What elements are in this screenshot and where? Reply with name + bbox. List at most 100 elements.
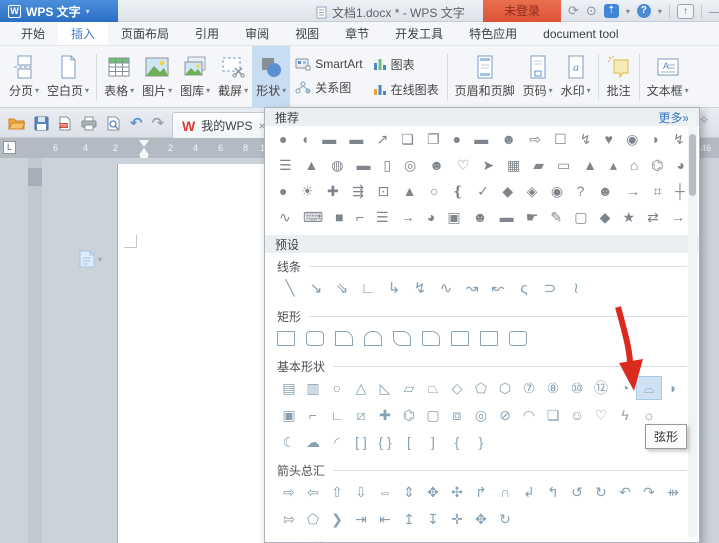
shape-item[interactable]: ☾ bbox=[277, 431, 301, 453]
cloud-upload-icon[interactable]: ⇡ bbox=[603, 4, 619, 18]
shape-item[interactable]: ▥ bbox=[301, 377, 325, 399]
shape-item[interactable]: ★ bbox=[622, 209, 635, 226]
shape-item[interactable]: ⇦ bbox=[301, 481, 325, 503]
shape-item[interactable]: ↘ bbox=[303, 279, 329, 297]
shape-item[interactable]: ↺ bbox=[565, 481, 589, 503]
shape-item[interactable]: ✚ bbox=[327, 183, 339, 200]
shape-item[interactable]: ⇧ bbox=[325, 481, 349, 503]
shape-item[interactable]: ● bbox=[279, 131, 287, 147]
shape-item[interactable]: ⑦ bbox=[517, 377, 541, 399]
settings-icon[interactable]: ⊙ bbox=[586, 3, 597, 19]
shape-item[interactable]: ▣ bbox=[447, 209, 460, 226]
shape-item[interactable]: ⇶ bbox=[352, 183, 364, 200]
shape-item[interactable]: ■ bbox=[335, 209, 343, 225]
shape-item[interactable]: → bbox=[626, 183, 640, 199]
blank-page-button[interactable]: 空白页 ▾ bbox=[43, 46, 93, 108]
shape-item[interactable]: → bbox=[401, 209, 415, 225]
shape-item[interactable]: ⌂ bbox=[630, 157, 638, 173]
shape-item[interactable]: ◈ bbox=[527, 183, 538, 200]
shape-item[interactable] bbox=[480, 330, 498, 346]
screenshot-button[interactable]: 截屏 ▾ bbox=[214, 46, 252, 108]
minimize-icon[interactable]: — bbox=[709, 4, 719, 19]
chart-button[interactable]: 图表 bbox=[373, 56, 439, 73]
shapes-button[interactable]: 形状 ▾ bbox=[252, 45, 291, 108]
shape-item[interactable]: ⑩ bbox=[565, 377, 589, 399]
shape-item[interactable]: ◆ bbox=[600, 209, 611, 226]
shape-item[interactable]: ∿ bbox=[279, 209, 291, 226]
redo-icon[interactable]: ↷ bbox=[152, 114, 165, 132]
shape-item[interactable]: ⬠ bbox=[469, 377, 493, 399]
login-button[interactable]: 未登录 bbox=[483, 0, 561, 22]
more-shapes-link[interactable]: 更多» bbox=[658, 109, 689, 126]
shape-item[interactable]: ✛ bbox=[445, 508, 469, 530]
shape-item[interactable]: ❏ bbox=[541, 404, 565, 426]
shape-item[interactable]: ▱ bbox=[397, 377, 421, 399]
shape-item[interactable]: ↯ bbox=[407, 279, 433, 297]
shape-item[interactable]: ∟ bbox=[355, 280, 381, 297]
table-button[interactable]: 表格 ▾ bbox=[100, 46, 138, 108]
menu-tab-home[interactable]: 开始 bbox=[8, 22, 58, 45]
vertical-ruler[interactable] bbox=[28, 158, 42, 543]
panel-scrollbar[interactable] bbox=[688, 112, 697, 538]
textbox-button[interactable]: A 文本框 ▾ bbox=[643, 46, 693, 108]
shape-item[interactable] bbox=[306, 330, 324, 346]
shape-item[interactable]: ♡ bbox=[457, 157, 470, 174]
shape-item[interactable]: [ bbox=[397, 431, 421, 453]
shape-item[interactable]: ⇄ bbox=[647, 209, 659, 226]
collapse-ribbon-icon[interactable]: ↑ bbox=[676, 3, 694, 19]
shape-item[interactable]: ● bbox=[279, 183, 287, 199]
shape-item[interactable]: ⊡ bbox=[377, 183, 389, 200]
shape-item[interactable]: ◍ bbox=[331, 157, 343, 174]
shape-item[interactable]: ☐ bbox=[554, 131, 567, 148]
shape-item[interactable]: ☻ bbox=[429, 157, 444, 173]
shape-item[interactable]: ⇔ bbox=[373, 481, 397, 503]
shape-item[interactable]: ❐ bbox=[427, 131, 440, 148]
shape-item[interactable]: ◗ bbox=[651, 131, 659, 147]
cloud-caret-icon[interactable]: ▾ bbox=[626, 7, 630, 16]
shape-item[interactable]: ❏ bbox=[401, 131, 414, 148]
shape-item[interactable]: ∩ bbox=[493, 481, 517, 503]
shape-item[interactable]: ⧄ bbox=[349, 404, 373, 426]
shape-item[interactable]: ▲ bbox=[305, 157, 319, 173]
shape-item[interactable]: ▦ bbox=[507, 157, 520, 174]
shape-item[interactable]: ◠ bbox=[517, 404, 541, 426]
shape-item[interactable]: ⊃ bbox=[537, 279, 563, 297]
shape-item[interactable]: ↻ bbox=[493, 508, 517, 530]
panel-scrollbar-thumb[interactable] bbox=[689, 134, 696, 196]
shape-item[interactable]: ● bbox=[453, 131, 461, 147]
shape-item[interactable]: ▬ bbox=[349, 131, 363, 147]
shape-item[interactable]: ❯ bbox=[325, 508, 349, 530]
shape-item[interactable]: △ bbox=[349, 377, 373, 399]
online-chart-button[interactable]: 在线图表 bbox=[373, 81, 439, 98]
shape-item[interactable]: ▢ bbox=[421, 404, 445, 426]
shape-item[interactable]: ☻ bbox=[501, 131, 516, 147]
menu-tab-view[interactable]: 视图 bbox=[282, 22, 332, 45]
shape-item[interactable]: ⏢ bbox=[421, 377, 445, 399]
shape-item[interactable]: ↻ bbox=[589, 481, 613, 503]
shape-item[interactable]: ☛ bbox=[526, 209, 539, 226]
export-pdf-icon[interactable]: PDF bbox=[58, 116, 72, 131]
shape-item[interactable]: ✚ bbox=[373, 404, 397, 426]
tab-stop-selector[interactable]: L bbox=[3, 141, 16, 154]
menu-tab-insert[interactable]: 插入 bbox=[58, 22, 109, 45]
shape-item[interactable]: ▰ bbox=[533, 157, 544, 174]
shape-item[interactable]: ◕ bbox=[676, 157, 684, 173]
relation-button[interactable]: 关系图 bbox=[295, 79, 362, 96]
shape-item[interactable]: ♡ bbox=[589, 404, 613, 426]
shape-item[interactable]: ◆ bbox=[502, 183, 513, 200]
menu-tab-review[interactable]: 审阅 bbox=[232, 22, 282, 45]
shape-item[interactable]: ↥ bbox=[397, 508, 421, 530]
image-placeholder-button[interactable]: ▾ bbox=[78, 250, 102, 268]
page-break-button[interactable]: 分页 ▾ bbox=[5, 46, 43, 108]
shape-item[interactable] bbox=[451, 330, 469, 346]
shape-item[interactable]: ┼ bbox=[675, 183, 685, 199]
shape-item[interactable]: ◗ bbox=[661, 377, 685, 399]
shape-item[interactable]: ☰ bbox=[279, 157, 292, 174]
shape-item[interactable]: ⇕ bbox=[397, 481, 421, 503]
shape-item[interactable]: ✥ bbox=[421, 481, 445, 503]
open-folder-icon[interactable] bbox=[8, 116, 25, 130]
shape-item[interactable]: ▭ bbox=[557, 157, 570, 174]
shape-item[interactable]: ↗ bbox=[376, 131, 388, 148]
shape-item[interactable]: ◎ bbox=[469, 404, 493, 426]
shape-item[interactable]: ⇤ bbox=[373, 508, 397, 530]
